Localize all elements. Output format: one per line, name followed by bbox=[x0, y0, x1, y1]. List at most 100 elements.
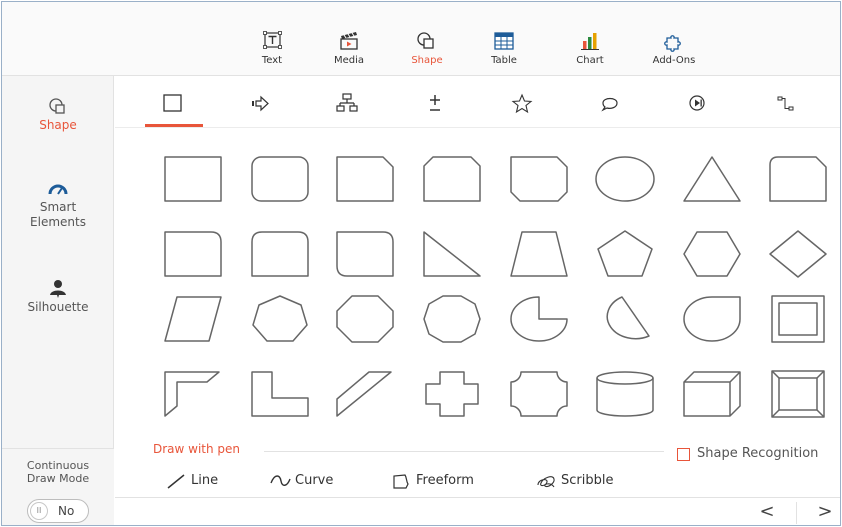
line-icon bbox=[167, 474, 185, 489]
checkbox-icon bbox=[677, 448, 690, 461]
shape-pentagon[interactable] bbox=[593, 227, 657, 281]
shape-rectangle[interactable] bbox=[161, 152, 225, 206]
shape-octagon[interactable] bbox=[333, 292, 397, 346]
chart-icon bbox=[581, 33, 599, 50]
panel-footer bbox=[115, 497, 840, 525]
shape-snip-two-corner-rectangle[interactable] bbox=[420, 152, 484, 206]
plaque-icon bbox=[510, 371, 568, 417]
shape-chord[interactable] bbox=[593, 292, 657, 346]
shape-teardrop[interactable] bbox=[680, 292, 744, 346]
round-top-corners-rectangle-icon bbox=[251, 231, 309, 277]
decagon-icon bbox=[423, 295, 481, 343]
sidebar-item-label: Shape bbox=[39, 118, 77, 132]
pen-tool-label: Scribble bbox=[561, 473, 614, 488]
toggle-knob: II bbox=[30, 502, 48, 520]
shape-category-tabs bbox=[115, 76, 840, 128]
puzzle-icon bbox=[664, 35, 681, 52]
shape-cross[interactable] bbox=[420, 367, 484, 421]
shape-frame[interactable] bbox=[766, 292, 830, 346]
shape-round-top-corners-rectangle[interactable] bbox=[248, 227, 312, 281]
next-page-button[interactable]: > bbox=[808, 498, 840, 525]
octagon-icon bbox=[336, 295, 394, 343]
toolbar-table-label: Table bbox=[491, 55, 517, 66]
round-one-corner-rectangle-icon bbox=[164, 231, 222, 277]
right-triangle-icon bbox=[423, 231, 481, 277]
flowchart-icon bbox=[336, 93, 358, 112]
pen-tool-line[interactable]: Line bbox=[165, 470, 240, 492]
draw-with-pen-title: Draw with pen bbox=[153, 442, 241, 456]
toolbar-table-button[interactable]: Table bbox=[476, 30, 532, 74]
tab-callouts[interactable] bbox=[595, 92, 625, 116]
shape-pie[interactable] bbox=[507, 292, 571, 346]
sidebar-item-shape[interactable]: Shape bbox=[2, 96, 114, 133]
shape-snip-corner-rectangle[interactable] bbox=[333, 152, 397, 206]
shape-can[interactable] bbox=[593, 367, 657, 421]
tab-basic-shapes[interactable] bbox=[158, 92, 188, 116]
diagonal-stripe-icon bbox=[336, 371, 392, 417]
sidebar-item-silhouette[interactable]: Silhouette bbox=[2, 278, 114, 315]
tab-arrows[interactable] bbox=[245, 92, 275, 116]
l-shape-icon bbox=[251, 371, 309, 417]
tab-connectors[interactable] bbox=[770, 92, 800, 116]
shape-gallery bbox=[115, 128, 840, 428]
shape-round-diagonal-rectangle[interactable] bbox=[333, 227, 397, 281]
shape-decagon[interactable] bbox=[420, 292, 484, 346]
shape-half-frame[interactable] bbox=[161, 367, 225, 421]
continuous-draw-mode-label: Continuous Draw Mode bbox=[26, 459, 90, 485]
active-tab-underline bbox=[145, 124, 203, 127]
shape-snip-bottom-corners-rectangle[interactable] bbox=[507, 152, 571, 206]
shape-icon bbox=[417, 32, 434, 49]
toolbar-chart-button[interactable]: Chart bbox=[562, 30, 618, 74]
previous-page-button[interactable]: < bbox=[750, 498, 784, 525]
can-icon bbox=[596, 371, 654, 417]
shape-round-one-corner-rectangle[interactable] bbox=[161, 227, 225, 281]
shape-heptagon[interactable] bbox=[248, 292, 312, 346]
shape-bevel[interactable] bbox=[766, 367, 830, 421]
frame-icon bbox=[771, 295, 825, 343]
tab-equation-shapes[interactable] bbox=[420, 92, 450, 116]
shape-rounded-rectangle[interactable] bbox=[248, 152, 312, 206]
rounded-rectangle-icon bbox=[251, 156, 309, 202]
toolbar-media-label: Media bbox=[333, 55, 365, 66]
pen-tool-freeform[interactable]: Freeform bbox=[390, 470, 500, 492]
shape-hexagon[interactable] bbox=[680, 227, 744, 281]
tab-flowchart[interactable] bbox=[332, 92, 362, 116]
shape-diagonal-stripe[interactable] bbox=[333, 367, 397, 421]
tab-action-buttons[interactable] bbox=[682, 92, 712, 116]
star-icon bbox=[511, 93, 533, 114]
shape-round-snip-rectangle[interactable] bbox=[766, 152, 830, 206]
toolbar-shape-button[interactable]: Shape bbox=[399, 30, 455, 74]
shape-trapezoid[interactable] bbox=[507, 227, 571, 281]
scribble-icon bbox=[537, 476, 555, 488]
connector-icon bbox=[777, 96, 794, 111]
shape-l-shape[interactable] bbox=[248, 367, 312, 421]
shape-right-triangle[interactable] bbox=[420, 227, 484, 281]
ellipse-icon bbox=[595, 156, 655, 202]
continuous-draw-mode-toggle[interactable]: II No bbox=[27, 499, 89, 523]
shape-icon bbox=[49, 98, 65, 114]
curve-icon bbox=[270, 475, 291, 486]
toolbar-addons-button[interactable]: Add-Ons bbox=[646, 30, 702, 74]
toolbar-shape-label: Shape bbox=[411, 55, 443, 66]
shape-parallelogram[interactable] bbox=[161, 292, 225, 346]
rectangle-icon bbox=[164, 156, 222, 202]
shape-diamond[interactable] bbox=[766, 227, 830, 281]
pen-tool-curve[interactable]: Curve bbox=[269, 470, 359, 492]
freeform-icon bbox=[393, 474, 409, 489]
pen-tool-scribble[interactable]: Scribble bbox=[535, 470, 635, 492]
pen-tool-label: Freeform bbox=[416, 473, 474, 488]
shape-recognition-checkbox[interactable]: Shape Recognition bbox=[677, 446, 840, 464]
shape-triangle[interactable] bbox=[680, 152, 744, 206]
tab-stars[interactable] bbox=[507, 92, 537, 116]
toolbar-media-button[interactable]: Media bbox=[321, 30, 377, 74]
shape-cube[interactable] bbox=[680, 367, 744, 421]
sidebar-item-smart-elements[interactable]: Smart Elements bbox=[2, 178, 114, 230]
toolbar-addons-label: Add-Ons bbox=[652, 55, 696, 66]
parallelogram-icon bbox=[164, 296, 222, 342]
shape-ellipse[interactable] bbox=[593, 152, 657, 206]
toolbar-text-button[interactable]: Text bbox=[244, 30, 300, 74]
shape-plaque[interactable] bbox=[507, 367, 571, 421]
teardrop-icon bbox=[683, 296, 741, 342]
chord-icon bbox=[606, 296, 650, 340]
round-diagonal-rectangle-icon bbox=[336, 231, 394, 277]
